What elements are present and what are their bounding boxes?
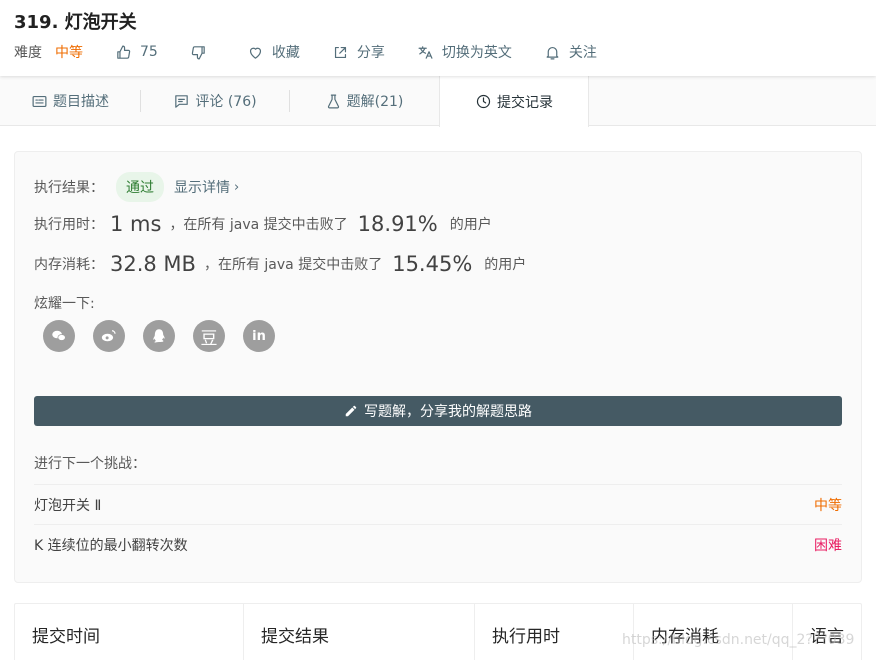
- result-row: 执行结果： 通过 显示详情 ›: [34, 172, 239, 202]
- tab-comments[interactable]: 评论 (76): [141, 76, 289, 126]
- difficulty-label: 难度: [14, 45, 42, 61]
- runtime-percent: 18.91%: [357, 212, 438, 236]
- watermark: https://blog.csdn.net/qq_2???039: [622, 632, 855, 648]
- show-details-label: 显示详情: [174, 180, 230, 196]
- problem-title: 319. 灯泡开关: [14, 12, 137, 33]
- runtime-suffix: 的用户: [449, 217, 492, 233]
- submission-result-panel: 执行结果： 通过 显示详情 › 执行用时： 1 ms ，在所有 java 提交中…: [14, 151, 862, 583]
- challenge-difficulty: 中等: [814, 497, 842, 514]
- like-count: 75: [140, 44, 158, 60]
- switch-language-button[interactable]: 切换为英文: [417, 42, 512, 62]
- thumbs-down-icon: [191, 45, 205, 59]
- thumbs-up-icon: [117, 45, 131, 59]
- favorite-button[interactable]: 收藏: [247, 42, 300, 62]
- translate-icon: [418, 45, 433, 59]
- tab-submissions[interactable]: 提交记录: [439, 76, 589, 127]
- follow-button[interactable]: 关注: [544, 42, 597, 62]
- social-share-buttons: 豆 in: [43, 320, 293, 352]
- tab-bar: 题目描述 评论 (76) 题解(21) 提交记录: [0, 76, 876, 127]
- challenge-difficulty: 困难: [814, 537, 842, 554]
- memory-percent: 15.45%: [392, 252, 473, 276]
- problem-header: 319. 灯泡开关 难度 中等 75 收藏 分享 切换为英文 关注: [0, 0, 876, 76]
- share-button[interactable]: 分享: [332, 42, 385, 62]
- favorite-label: 收藏: [271, 45, 300, 61]
- tab-solutions-label: 题解(21): [346, 94, 404, 110]
- result-label: 执行结果：: [34, 180, 104, 196]
- chevron-right-icon: ›: [234, 179, 240, 195]
- tab-solutions[interactable]: 题解(21): [290, 76, 438, 126]
- share-brag-label: 炫耀一下:: [34, 296, 95, 312]
- column-header-runtime[interactable]: 执行用时: [475, 604, 634, 660]
- linkedin-icon[interactable]: in: [243, 320, 275, 352]
- follow-label: 关注: [568, 45, 597, 61]
- description-icon: [32, 95, 47, 107]
- dislike-button[interactable]: [190, 44, 207, 61]
- tab-comments-label: 评论 (76): [195, 94, 257, 110]
- tab-description-label: 题目描述: [53, 94, 109, 110]
- runtime-text: ，在所有 java 提交中击败了: [169, 217, 348, 233]
- douban-glyph: 豆: [200, 328, 218, 349]
- pencil-icon: [345, 405, 357, 417]
- column-header-submit-time[interactable]: 提交时间: [15, 604, 244, 660]
- runtime-label: 执行用时：: [34, 217, 104, 233]
- memory-suffix: 的用户: [484, 257, 527, 273]
- comment-icon: [175, 94, 189, 108]
- switch-language-label: 切换为英文: [441, 45, 512, 61]
- heart-icon: [249, 47, 261, 59]
- memory-label: 内存消耗：: [34, 257, 104, 273]
- memory-text: ，在所有 java 提交中击败了: [203, 257, 383, 273]
- problem-meta: 难度 中等 75 收藏 分享 切换为英文 关注: [14, 42, 597, 62]
- flask-icon: [327, 94, 339, 108]
- difficulty-badge: 中等: [55, 45, 83, 61]
- bell-icon: [546, 46, 559, 59]
- share-icon: [334, 46, 346, 58]
- like-button[interactable]: 75: [115, 44, 158, 61]
- column-header-result[interactable]: 提交结果: [244, 604, 475, 660]
- challenge-name: 灯泡开关 Ⅱ: [34, 497, 102, 514]
- douban-icon[interactable]: 豆: [193, 320, 225, 352]
- wechat-icon[interactable]: [43, 320, 75, 352]
- tab-description[interactable]: 题目描述: [0, 76, 140, 126]
- challenge-name: K 连续位的最小翻转次数: [34, 537, 188, 554]
- share-label: 分享: [356, 45, 385, 61]
- runtime-value: 1 ms: [110, 212, 162, 236]
- clock-icon: [476, 94, 491, 109]
- status-badge: 通过: [116, 172, 164, 202]
- write-solution-label: 写题解，分享我的解题思路: [364, 404, 532, 420]
- show-details-link[interactable]: 显示详情 ›: [174, 177, 239, 197]
- weibo-icon[interactable]: [93, 320, 125, 352]
- next-challenge-label: 进行下一个挑战：: [34, 456, 146, 472]
- linkedin-glyph: in: [252, 328, 266, 344]
- memory-value: 32.8 MB: [110, 252, 196, 276]
- write-solution-button[interactable]: 写题解，分享我的解题思路: [34, 396, 842, 426]
- share-label-row: 炫耀一下:: [34, 293, 95, 313]
- memory-row: 内存消耗： 32.8 MB ，在所有 java 提交中击败了 15.45% 的用…: [34, 252, 526, 276]
- tab-submissions-label: 提交记录: [497, 94, 553, 111]
- runtime-row: 执行用时： 1 ms ，在所有 java 提交中击败了 18.91% 的用户: [34, 212, 492, 236]
- challenge-item[interactable]: K 连续位的最小翻转次数 困难: [34, 524, 842, 564]
- qq-icon[interactable]: [143, 320, 175, 352]
- challenge-item[interactable]: 灯泡开关 Ⅱ 中等: [34, 484, 842, 524]
